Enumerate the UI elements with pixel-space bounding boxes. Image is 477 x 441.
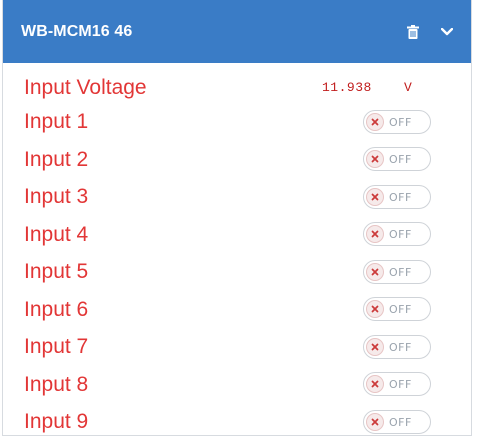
- input-row: Input 9 OFF: [3, 403, 471, 441]
- input-voltage-value: 11.938: [322, 79, 372, 95]
- input-label: Input 5: [24, 260, 89, 284]
- input-row: Input 2 OFF: [3, 141, 471, 179]
- device-panel: WB-MCM16 46 Input Voltage 11.938 V Input…: [2, 0, 472, 436]
- input-row: Input 4 OFF: [3, 216, 471, 254]
- toggle-state: OFF: [389, 115, 412, 129]
- input-9-toggle[interactable]: OFF: [363, 409, 431, 434]
- input-row: Input 3 OFF: [3, 178, 471, 216]
- toggle-state: OFF: [389, 378, 412, 392]
- input-voltage-label: Input Voltage: [24, 75, 147, 99]
- off-x-icon: [366, 375, 384, 394]
- input-label: Input 8: [24, 372, 89, 396]
- input-label: Input 6: [24, 297, 89, 321]
- off-x-icon: [366, 300, 384, 319]
- input-label: Input 3: [24, 185, 89, 209]
- trash-icon[interactable]: [405, 24, 421, 40]
- header-actions: [405, 0, 455, 63]
- input-7-toggle[interactable]: OFF: [363, 334, 431, 359]
- input-label: Input 7: [24, 335, 89, 359]
- input-label: Input 4: [24, 222, 89, 246]
- toggle-state: OFF: [389, 228, 412, 242]
- toggle-state: OFF: [389, 415, 412, 429]
- input-4-toggle[interactable]: OFF: [363, 222, 431, 247]
- control-list: Input Voltage 11.938 V Input 1 OFF Input…: [3, 63, 471, 441]
- input-row: Input 6 OFF: [3, 291, 471, 329]
- input-label: Input 2: [24, 147, 89, 171]
- input-label: Input 1: [24, 110, 89, 134]
- input-voltage-row: Input Voltage 11.938 V: [3, 71, 471, 103]
- input-label: Input 9: [24, 410, 89, 434]
- input-1-toggle[interactable]: OFF: [363, 109, 431, 134]
- input-3-toggle[interactable]: OFF: [363, 184, 431, 209]
- off-x-icon: [366, 112, 384, 131]
- off-x-icon: [366, 150, 384, 169]
- input-row: Input 5 OFF: [3, 253, 471, 291]
- panel-header[interactable]: WB-MCM16 46: [3, 0, 471, 63]
- toggle-state: OFF: [389, 303, 412, 317]
- off-x-icon: [366, 187, 384, 206]
- off-x-icon: [366, 412, 384, 431]
- input-row: Input 7 OFF: [3, 328, 471, 366]
- input-voltage-unit: V: [404, 79, 412, 95]
- toggle-state: OFF: [389, 190, 412, 204]
- input-8-toggle[interactable]: OFF: [363, 372, 431, 397]
- chevron-down-icon[interactable]: [439, 24, 455, 40]
- off-x-icon: [366, 262, 384, 281]
- off-x-icon: [366, 225, 384, 244]
- toggle-state: OFF: [389, 153, 412, 167]
- off-x-icon: [366, 337, 384, 356]
- toggle-state: OFF: [389, 265, 412, 279]
- input-row: Input 8 OFF: [3, 366, 471, 404]
- toggle-state: OFF: [389, 340, 412, 354]
- device-title: WB-MCM16 46: [21, 22, 133, 40]
- input-row: Input 1 OFF: [3, 103, 471, 141]
- input-2-toggle[interactable]: OFF: [363, 147, 431, 172]
- input-5-toggle[interactable]: OFF: [363, 259, 431, 284]
- input-6-toggle[interactable]: OFF: [363, 297, 431, 322]
